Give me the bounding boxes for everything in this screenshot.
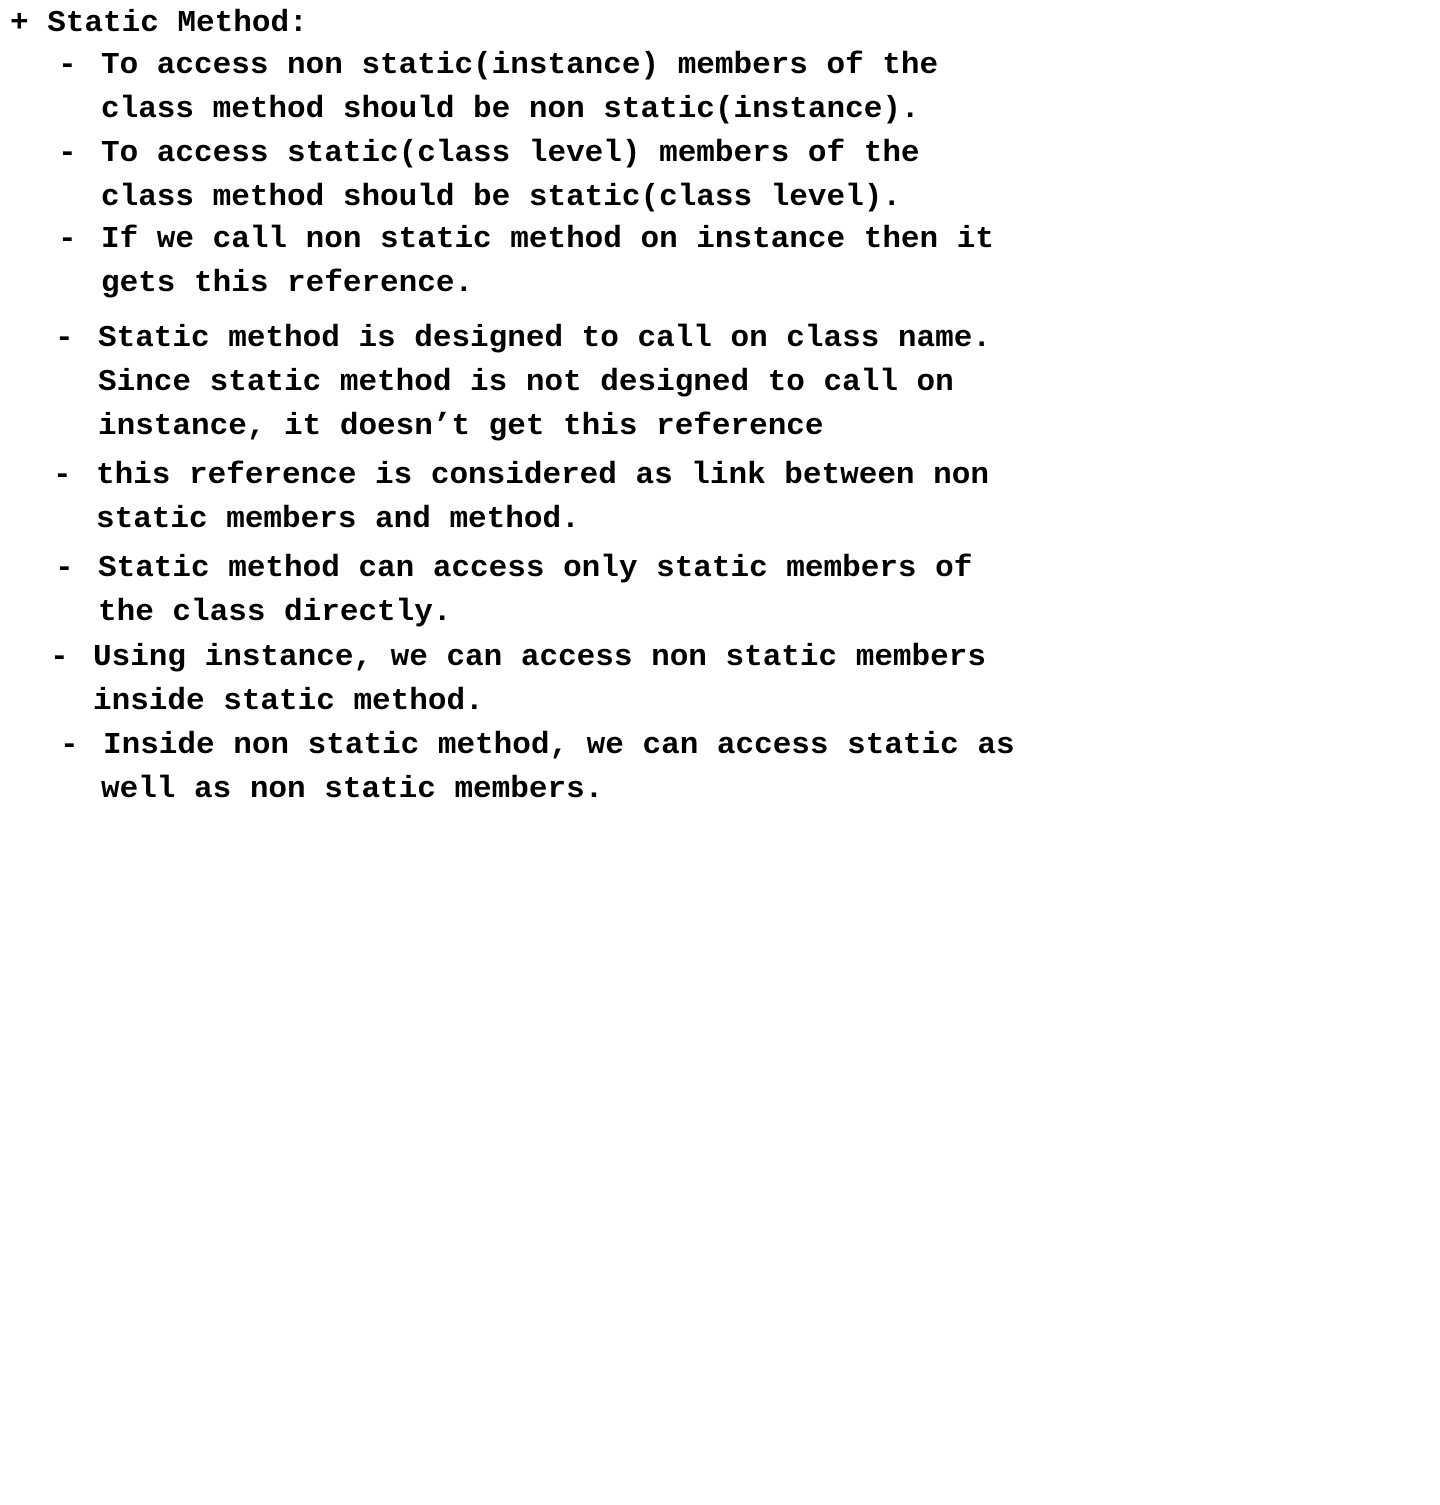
point-line: To access static(class level) members of… — [101, 136, 920, 171]
point-line: Static method can access only static mem… — [98, 551, 973, 586]
bullet-dash: - — [50, 640, 69, 675]
point-line: Since static method is not designed to c… — [98, 365, 954, 400]
point-line: To access non static(instance) members o… — [101, 48, 939, 83]
point-line: class method should be non static(instan… — [101, 92, 920, 127]
point-line: this reference is considered as link bet… — [96, 458, 989, 493]
point-line: well as non static members. — [101, 772, 604, 807]
point-line: instance, it doesn’t get this reference — [98, 409, 824, 444]
point-line: inside static method. — [93, 684, 484, 719]
notes-page: + Static Method: - To access non static(… — [0, 0, 1440, 900]
point-line: gets this reference. — [101, 266, 474, 301]
bullet-dash: - — [58, 136, 77, 171]
bullet-dash: - — [58, 222, 77, 257]
bullet-dash: - — [55, 321, 74, 356]
bullet-dash: - — [60, 728, 79, 763]
bullet-dash: - — [53, 458, 72, 493]
point-line: class method should be static(class leve… — [101, 180, 901, 215]
point-line: Using instance, we can access non static… — [93, 640, 986, 675]
bullet-dash: - — [55, 551, 74, 586]
point-line: Static method is designed to call on cla… — [98, 321, 991, 356]
point-line: If we call non static method on instance… — [101, 222, 994, 257]
section-heading: + Static Method: — [10, 6, 308, 41]
point-line: static members and method. — [96, 502, 580, 537]
bullet-dash: - — [58, 48, 77, 83]
point-line: Inside non static method, we can access … — [103, 728, 1015, 763]
point-line: the class directly. — [98, 595, 452, 630]
